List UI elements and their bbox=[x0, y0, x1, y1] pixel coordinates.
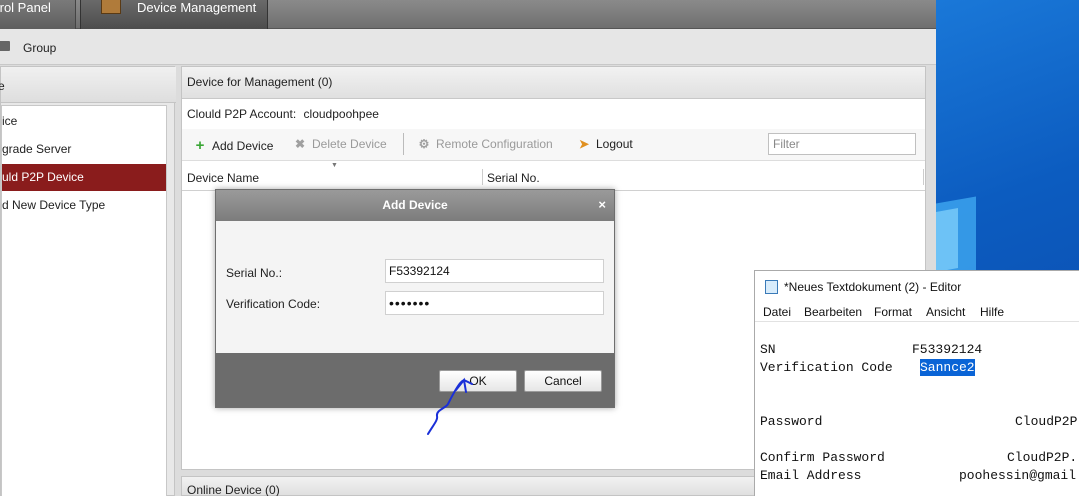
device-table-header: ▼ Device Name Serial No. bbox=[182, 162, 925, 191]
panel-title: Device for Management (0) bbox=[187, 75, 333, 89]
text-email-value: poohessin@gmail bbox=[959, 468, 1077, 483]
remote-configuration-button[interactable]: ⚙ Remote Configuration bbox=[418, 137, 553, 153]
dialog-title: Add Device bbox=[382, 198, 448, 212]
device-type-list: ice grade Server uld P2P Device d New De… bbox=[1, 105, 167, 496]
menu-format[interactable]: Format bbox=[874, 305, 912, 319]
verification-code-label: Verification Code: bbox=[226, 297, 321, 311]
text-sn-value: F53392124 bbox=[912, 342, 983, 357]
account-row: Clould P2P Account: cloudpoohpee bbox=[187, 107, 379, 121]
menu-ansicht[interactable]: Ansicht bbox=[926, 305, 965, 319]
account-value: cloudpoohpee bbox=[303, 107, 379, 121]
tab-control-panel[interactable]: trol Panel bbox=[0, 0, 76, 29]
text-email-key: Email Address bbox=[760, 468, 862, 483]
add-device-label: Add Device bbox=[212, 139, 274, 153]
dialog-footer: OK Cancel bbox=[216, 353, 614, 407]
add-device-dialog: Add Device × Serial No.: Verification Co… bbox=[215, 189, 615, 408]
plus-icon: + bbox=[195, 137, 205, 154]
toolbar: + Add Device ✖ Delete Device ⚙ Remote Confi… bbox=[182, 129, 925, 161]
column-divider[interactable] bbox=[923, 169, 924, 185]
list-item-selected[interactable]: uld P2P Device bbox=[2, 164, 166, 191]
add-device-button[interactable]: + Add Device bbox=[194, 137, 274, 154]
logout-arrow-icon: ➤ bbox=[578, 137, 590, 151]
logout-button[interactable]: ➤ Logout bbox=[578, 137, 633, 153]
close-icon[interactable]: × bbox=[598, 190, 606, 219]
list-item[interactable]: d New Device Type bbox=[2, 192, 166, 219]
filter-input[interactable] bbox=[768, 133, 916, 155]
text-verification-key: Verification Code bbox=[760, 360, 893, 375]
group-button[interactable]: Group bbox=[23, 41, 56, 55]
serial-number-label: Serial No.: bbox=[226, 266, 283, 280]
cancel-button[interactable]: Cancel bbox=[524, 370, 602, 392]
gear-icon: ⚙ bbox=[418, 137, 430, 151]
panel-header: Device for Management (0) bbox=[182, 67, 925, 99]
tab-device-management-label: Device Management bbox=[137, 0, 257, 15]
text-sn-key: SN bbox=[760, 342, 776, 357]
sort-caret-icon[interactable]: ▼ bbox=[331, 162, 338, 169]
column-serial-no[interactable]: Serial No. bbox=[487, 171, 540, 185]
notepad-menu-bar: Datei Bearbeiten Format Ansicht Hilfe bbox=[755, 302, 1079, 322]
text-confirm-password-value: CloudP2P. bbox=[1007, 450, 1078, 465]
verification-code-input[interactable] bbox=[385, 291, 604, 315]
dialog-title-bar: Add Device × bbox=[216, 190, 614, 221]
notepad-title-bar: *Neues Textdokument (2) - Editor bbox=[755, 271, 1079, 301]
online-device-title: Online Device (0) bbox=[187, 483, 280, 496]
menu-hilfe[interactable]: Hilfe bbox=[980, 305, 1004, 319]
left-panel-header: e bbox=[0, 67, 176, 103]
tab-device-management[interactable]: Device Management bbox=[80, 0, 268, 29]
device-management-icon bbox=[101, 0, 121, 14]
folder-icon bbox=[0, 41, 10, 51]
text-verification-value-selected: Sannce2 bbox=[920, 359, 975, 376]
notepad-title: *Neues Textdokument (2) - Editor bbox=[784, 280, 962, 294]
delete-device-label: Delete Device bbox=[312, 137, 387, 151]
notepad-window: *Neues Textdokument (2) - Editor Datei B… bbox=[754, 270, 1079, 496]
serial-number-input[interactable] bbox=[385, 259, 604, 283]
desktop-light-beam bbox=[936, 208, 958, 272]
list-item[interactable]: grade Server bbox=[2, 136, 166, 163]
menu-datei[interactable]: Datei bbox=[763, 305, 791, 319]
logout-label: Logout bbox=[596, 137, 633, 151]
text-confirm-password-key: Confirm Password bbox=[760, 450, 885, 465]
delete-device-button[interactable]: ✖ Delete Device bbox=[294, 137, 387, 153]
text-password-value: CloudP2P bbox=[1015, 414, 1078, 429]
left-panel: e ice grade Server uld P2P Device d New … bbox=[0, 66, 176, 496]
column-divider[interactable] bbox=[482, 169, 483, 185]
remote-configuration-label: Remote Configuration bbox=[436, 137, 553, 151]
text-password-key: Password bbox=[760, 414, 823, 429]
group-bar: Group bbox=[0, 29, 936, 65]
left-panel-title: e bbox=[0, 79, 5, 93]
notepad-icon bbox=[765, 280, 778, 294]
column-device-name[interactable]: Device Name bbox=[187, 171, 259, 185]
menu-bearbeiten[interactable]: Bearbeiten bbox=[804, 305, 862, 319]
close-icon: ✖ bbox=[294, 137, 306, 151]
top-tab-bar: trol Panel Device Management bbox=[0, 0, 936, 29]
ok-button[interactable]: OK bbox=[439, 370, 517, 392]
account-label: Clould P2P Account: bbox=[187, 107, 297, 121]
toolbar-divider bbox=[403, 133, 404, 155]
tab-control-panel-label: trol Panel bbox=[0, 0, 51, 15]
list-item[interactable]: ice bbox=[2, 108, 166, 135]
